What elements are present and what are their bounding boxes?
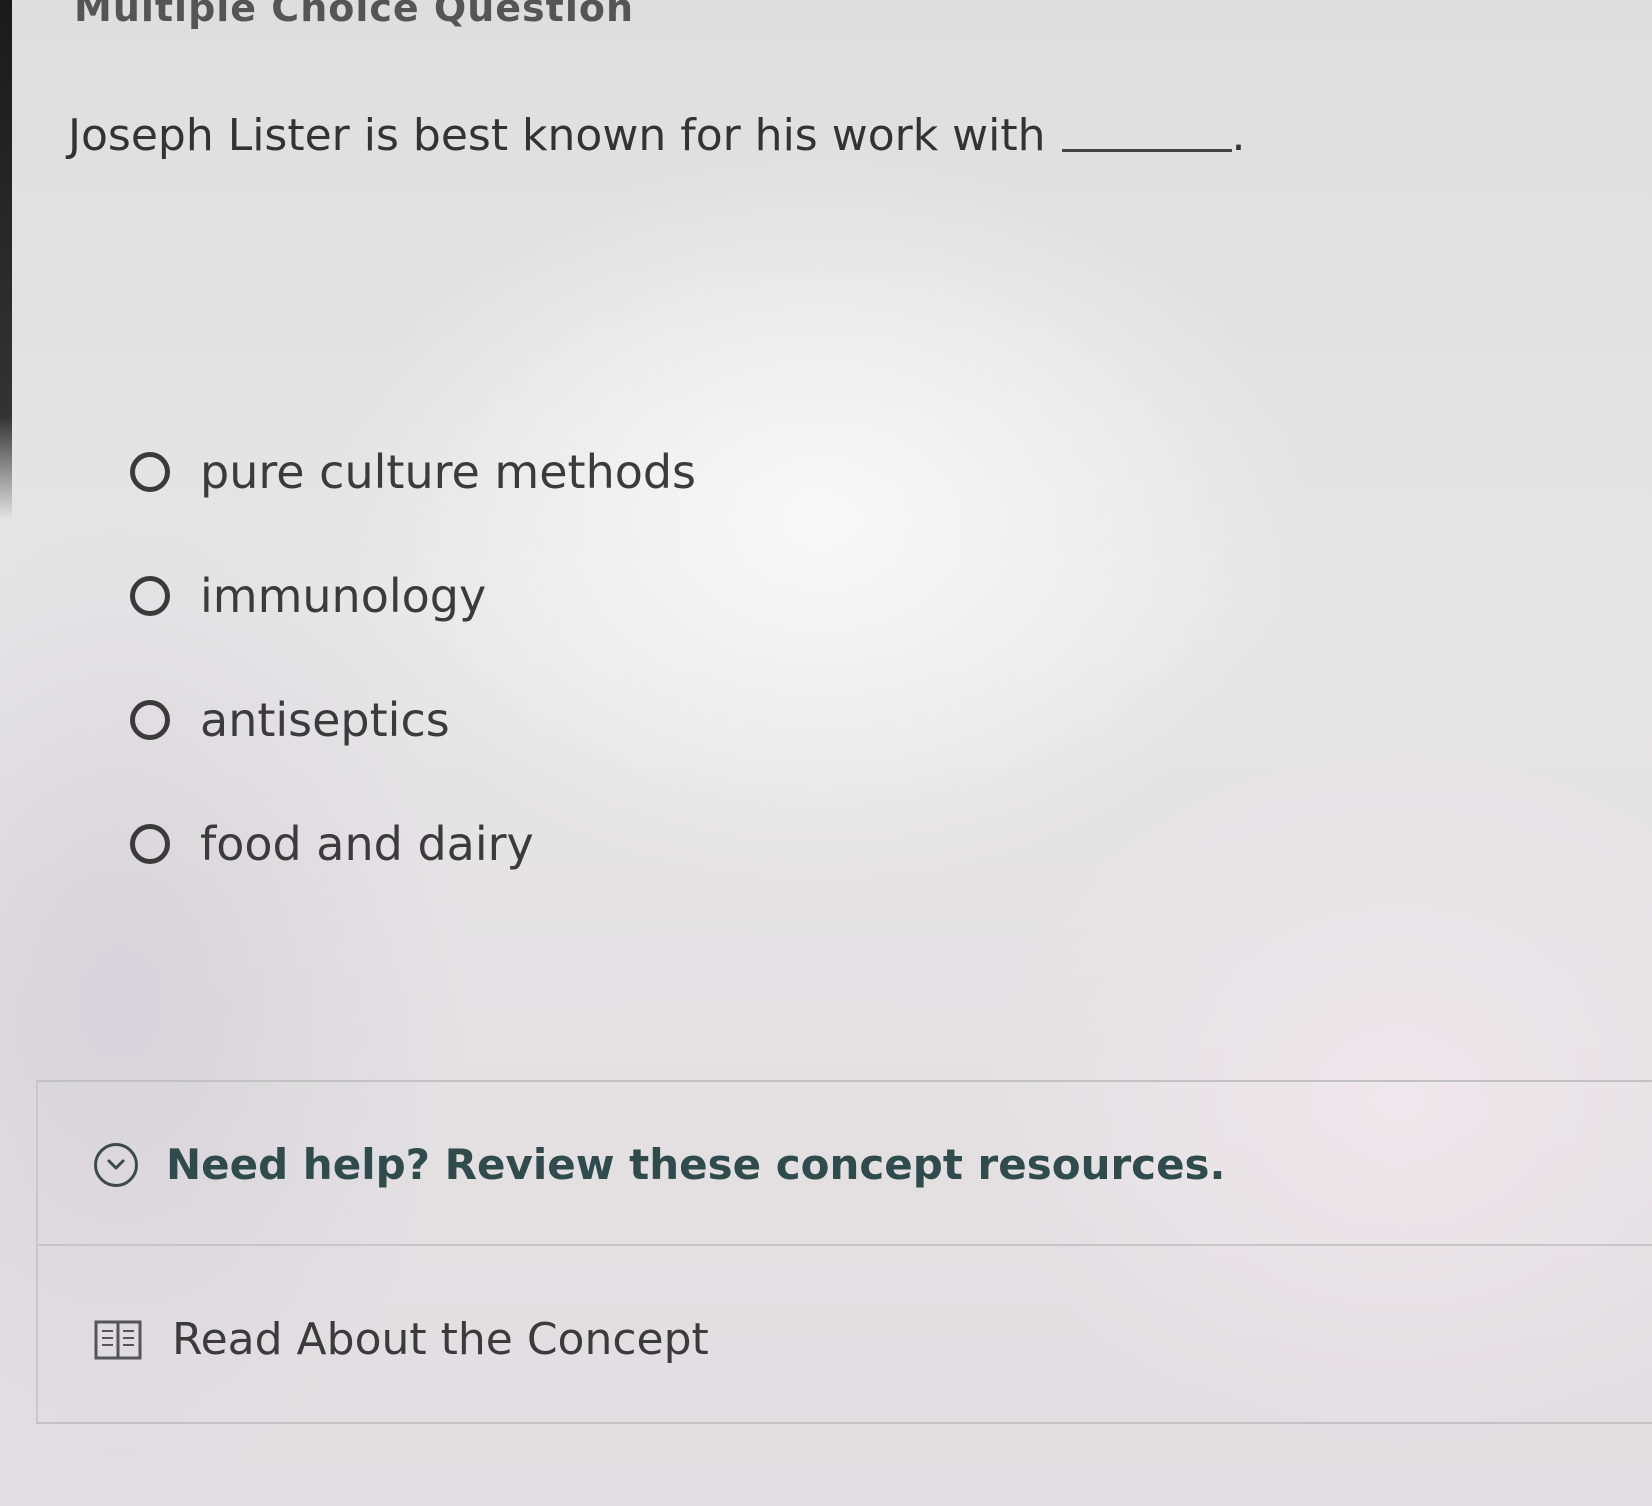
option-label: food and dairy — [200, 817, 534, 871]
option-label: pure culture methods — [200, 445, 697, 499]
radio-button[interactable] — [130, 452, 170, 492]
divider — [38, 1244, 1652, 1246]
question-period: . — [1231, 110, 1246, 161]
radio-button[interactable] — [130, 824, 170, 864]
radio-button[interactable] — [130, 700, 170, 740]
page-title: Multiple Choice Question — [74, 0, 635, 30]
read-about-concept-label[interactable]: Read About the Concept — [172, 1314, 709, 1365]
option-pure-culture-methods[interactable]: pure culture methods — [130, 410, 696, 534]
option-immunology[interactable]: immunology — [130, 534, 696, 658]
radio-button[interactable] — [130, 576, 170, 616]
question-text: Joseph Lister is best known for his work… — [68, 110, 1046, 161]
option-label: immunology — [200, 569, 487, 623]
option-antiseptics[interactable]: antiseptics — [130, 658, 696, 782]
option-food-and-dairy[interactable]: food and dairy — [130, 782, 696, 906]
concept-resources-panel: Need help? Review these concept resource… — [36, 1080, 1652, 1424]
option-label: antiseptics — [200, 693, 450, 747]
answer-options: pure culture methods immunology antisept… — [130, 410, 696, 906]
fill-in-blank — [1061, 149, 1232, 152]
read-about-concept-link[interactable]: Read About the Concept — [94, 1314, 709, 1365]
question-prompt: Joseph Lister is best known for his work… — [68, 110, 1246, 161]
book-icon — [94, 1318, 142, 1362]
monitor-bezel-edge — [0, 0, 12, 520]
need-help-toggle[interactable]: Need help? Review these concept resource… — [94, 1140, 1226, 1189]
need-help-label[interactable]: Need help? Review these concept resource… — [166, 1140, 1226, 1189]
chevron-down-circle-icon[interactable] — [94, 1142, 138, 1187]
